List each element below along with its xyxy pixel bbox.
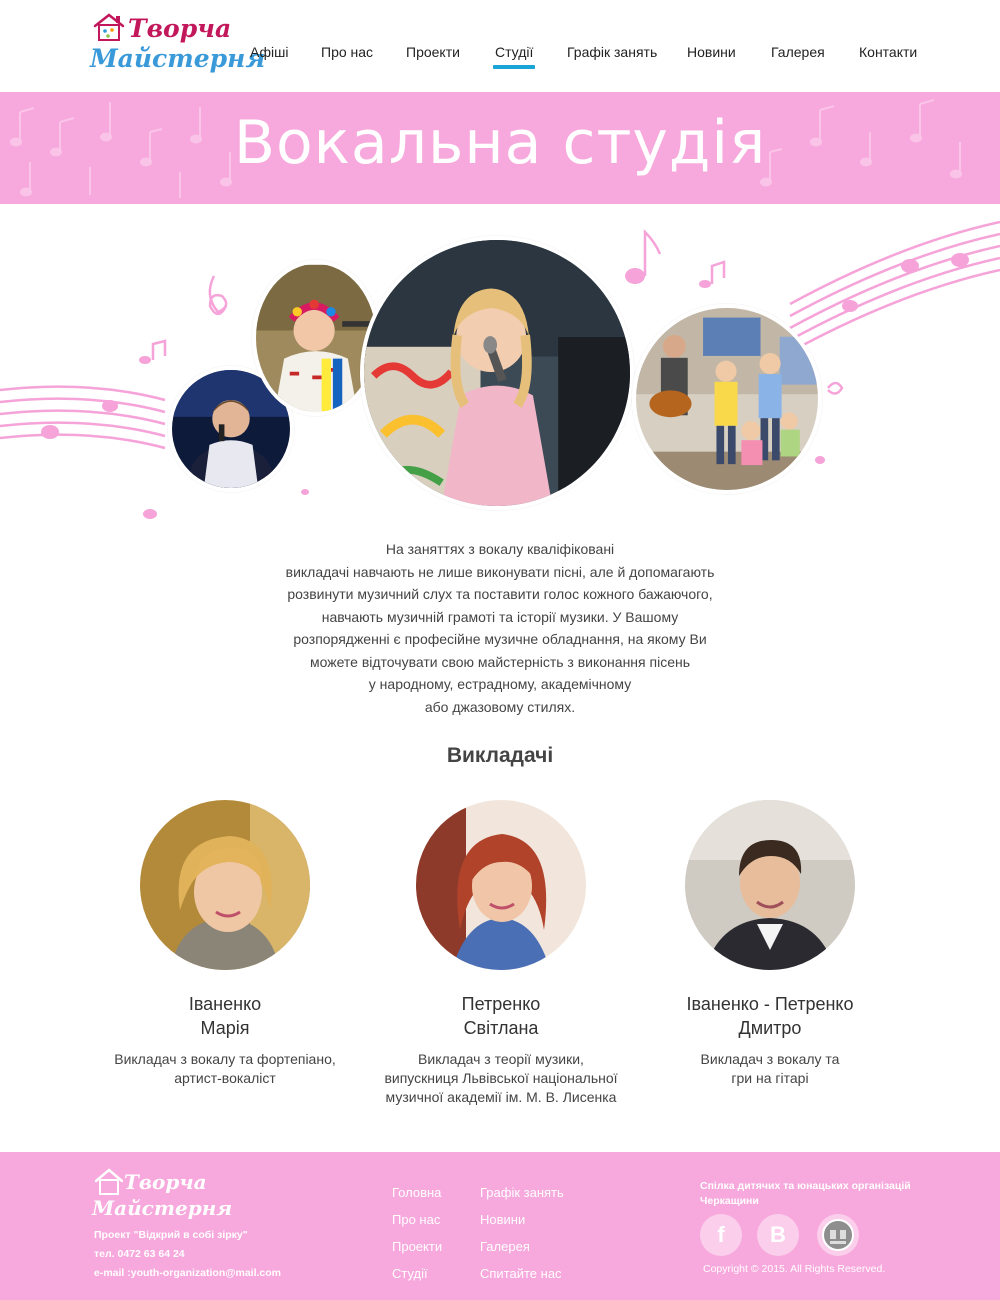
- nav-item-studios[interactable]: Студії: [492, 44, 536, 69]
- description-line: можете відточувати свою майстерність з в…: [309, 653, 691, 670]
- avatar: [685, 800, 855, 970]
- footer-logo[interactable]: Творча Майстерня: [90, 1166, 232, 1224]
- description-line: викладачі навчають не лише виконувати пі…: [285, 563, 715, 580]
- teacher-surname: Іваненко: [188, 994, 262, 1014]
- email-address[interactable]: e-mail :youth-organization@mail.com: [94, 1264, 281, 1283]
- teacher-role-line: випускниця Львівської національної: [384, 1070, 618, 1086]
- project-name: Проект "Відкрий в собі зірку": [94, 1229, 248, 1241]
- footer-link-studios[interactable]: Студії: [392, 1260, 442, 1287]
- teacher-firstname: Дмитро: [738, 1018, 802, 1038]
- facebook-icon[interactable]: f: [700, 1214, 742, 1256]
- footer-link-ask[interactable]: Спитайте нас: [480, 1260, 564, 1287]
- nav-item-gallery[interactable]: Галерея: [771, 44, 825, 60]
- phone-number: тел. 0472 63 64 24: [94, 1248, 185, 1260]
- teacher-role: Викладач з теорії музики, випускниця Льв…: [351, 1050, 651, 1107]
- organization-emblem-icon[interactable]: [817, 1214, 859, 1256]
- footer-link-home[interactable]: Головна: [392, 1179, 442, 1206]
- site-header: Творча Майстерня Афіші Про нас Проекти С…: [0, 0, 1000, 92]
- teacher-role-line: гри на гітарі: [731, 1070, 809, 1086]
- nav-item-about[interactable]: Про нас: [321, 44, 373, 60]
- teachers-heading: Викладачі: [446, 744, 554, 767]
- nav-item-schedule[interactable]: Графік занять: [567, 44, 657, 60]
- logo-text-line1: Творча: [128, 14, 232, 43]
- page-title: Вокальна студія: [233, 108, 767, 178]
- hero-photo-collage: [0, 204, 1000, 524]
- site-logo[interactable]: Творча Майстерня: [88, 8, 265, 80]
- description-line: навчають музичній грамоті та історії муз…: [321, 608, 679, 625]
- teacher-role-line: Викладач з вокалу та: [700, 1051, 840, 1067]
- page-banner: Вокальна студія: [0, 92, 1000, 204]
- teacher-role-line: Викладач з теорії музики,: [418, 1051, 584, 1067]
- description-line: або джазовому стилях.: [424, 698, 576, 715]
- description-line: розвинути музичний слух та поставити гол…: [287, 586, 713, 602]
- house-icon: [93, 13, 125, 41]
- teacher-firstname: Марія: [200, 1018, 250, 1038]
- nav-item-afishi[interactable]: Афіші: [250, 44, 288, 60]
- teacher-card: Іваненко - Петренко Дмитро Викладач з во…: [620, 800, 920, 1088]
- nav-item-contacts[interactable]: Контакти: [859, 44, 917, 60]
- photo-group-with-guitar: [632, 304, 822, 494]
- footer-links-col1: Головна Про нас Проекти Студії: [392, 1179, 442, 1287]
- teacher-name: Петренко Світлана: [351, 992, 651, 1040]
- emblem-graphic: [822, 1219, 854, 1251]
- avatar: [416, 800, 586, 970]
- footer-logo-text-line2: Майстерня: [92, 1196, 233, 1220]
- teacher-role-line: Викладач з вокалу та фортепіано,: [114, 1051, 336, 1067]
- teacher-name: Іваненко - Петренко Дмитро: [620, 992, 920, 1040]
- teacher-card: Іваненко Марія Викладач з вокалу та форт…: [75, 800, 375, 1088]
- description-line: у народному, естрадному, академічному: [368, 676, 632, 692]
- footer-link-about[interactable]: Про нас: [392, 1206, 442, 1233]
- nav-item-news[interactable]: Новини: [687, 44, 736, 60]
- teacher-firstname: Світлана: [463, 1018, 539, 1038]
- nav-item-projects[interactable]: Проекти: [406, 44, 460, 60]
- photo-girl-with-microphone: [360, 236, 634, 510]
- teacher-surname: Іваненко - Петренко: [686, 994, 854, 1014]
- footer-link-news[interactable]: Новини: [480, 1206, 564, 1233]
- teacher-name: Іваненко Марія: [75, 992, 375, 1040]
- description-line: розпорядженні є професійне музичне облад…: [293, 631, 707, 647]
- description-line: На заняттях з вокалу кваліфіковані: [385, 541, 615, 557]
- studio-description: На заняттях з вокалу кваліфіковані викла…: [250, 538, 750, 718]
- vkontakte-icon[interactable]: B: [757, 1214, 799, 1256]
- footer-link-schedule[interactable]: Графік занять: [480, 1179, 564, 1206]
- copyright-text: Copyright © 2015. All Rights Reserved.: [703, 1263, 886, 1275]
- teacher-role: Викладач з вокалу та фортепіано, артист-…: [75, 1050, 375, 1088]
- footer-contact-info: Проект "Відкрий в собі зірку" тел. 0472 …: [94, 1226, 281, 1283]
- avatar: [140, 800, 310, 970]
- teacher-surname: Петренко: [461, 994, 541, 1014]
- organization-name: Спілка дитячих та юнацьких організацій Ч…: [700, 1180, 911, 1207]
- logo-text-line2: Майстерня: [90, 44, 266, 73]
- footer-links-col2: Графік занять Новини Галерея Спитайте на…: [480, 1179, 564, 1287]
- teacher-role: Викладач з вокалу та гри на гітарі: [620, 1050, 920, 1088]
- footer-logo-text-line1: Творча: [124, 1170, 207, 1194]
- teacher-role-line: артист-вокаліст: [174, 1070, 276, 1086]
- footer-link-gallery[interactable]: Галерея: [480, 1233, 564, 1260]
- teacher-card: Петренко Світлана Викладач з теорії музи…: [351, 800, 651, 1107]
- teacher-role-line: музичної академії ім. М. В. Лисенка: [385, 1089, 617, 1105]
- house-icon: [94, 1168, 124, 1195]
- footer-link-projects[interactable]: Проекти: [392, 1233, 442, 1260]
